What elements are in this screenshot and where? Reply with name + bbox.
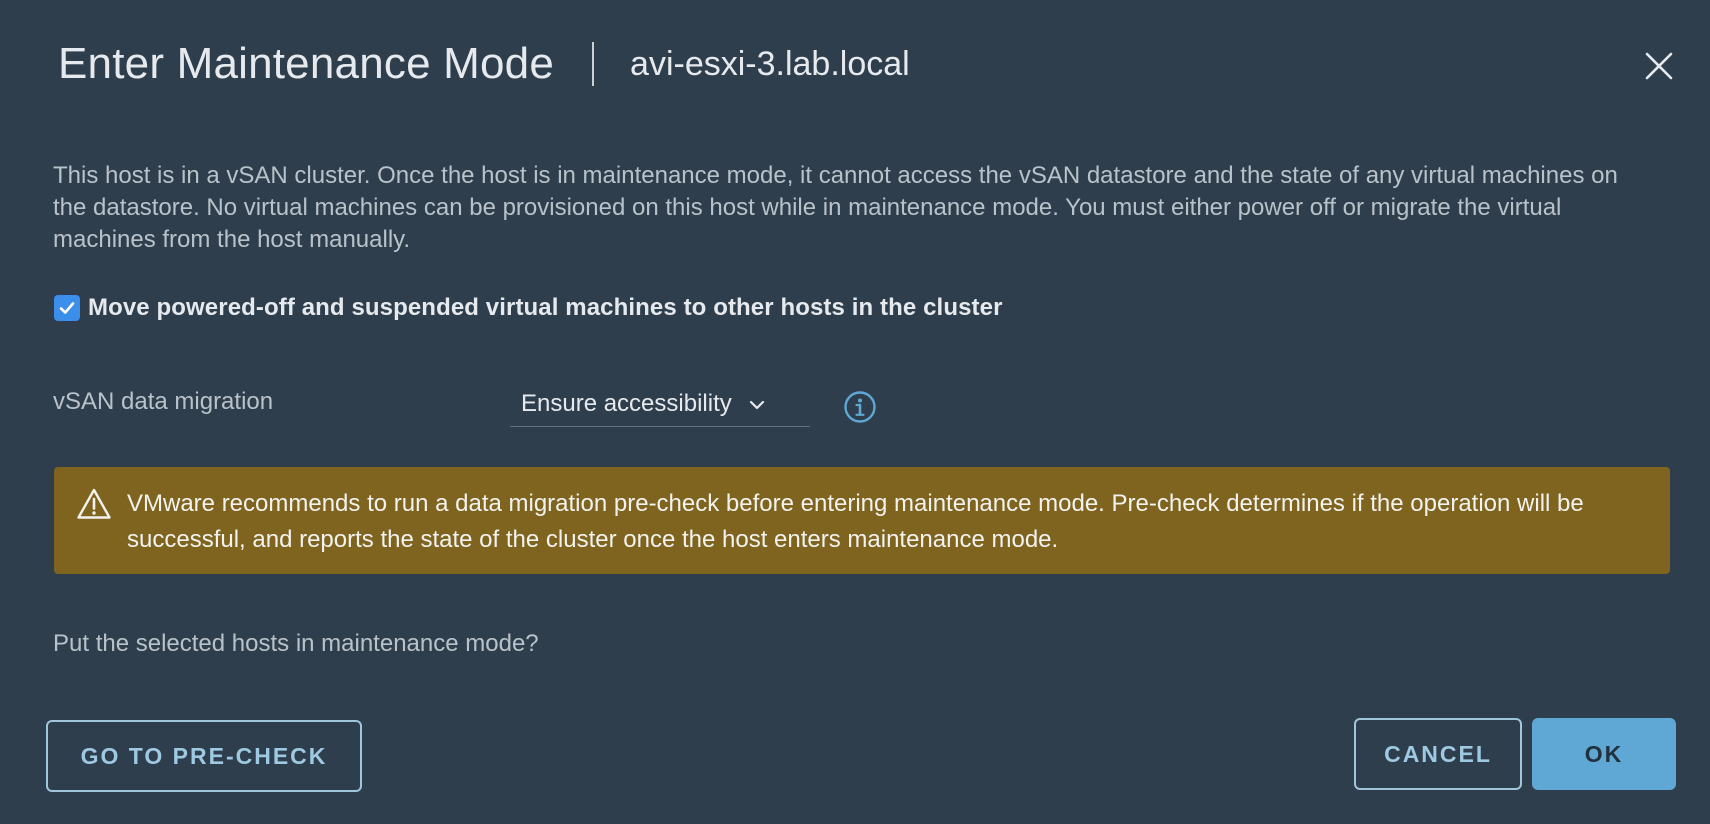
vsan-migration-value: Ensure accessibility (521, 390, 732, 417)
vsan-migration-label: vSAN data migration (53, 388, 274, 415)
close-icon[interactable] (1641, 48, 1677, 84)
alert-message: VMware recommends to run a data migratio… (127, 490, 1584, 553)
move-vms-checkbox[interactable] (54, 295, 80, 321)
info-icon[interactable] (843, 390, 877, 424)
cancel-button[interactable]: CANCEL (1354, 718, 1522, 790)
maintenance-mode-dialog: Enter Maintenance Mode avi-esxi-3.lab.lo… (0, 0, 1710, 824)
checkmark-icon (59, 302, 75, 314)
dialog-header: Enter Maintenance Mode avi-esxi-3.lab.lo… (58, 36, 910, 92)
go-to-precheck-button[interactable]: GO TO PRE-CHECK (46, 720, 362, 792)
dialog-title: Enter Maintenance Mode (58, 39, 555, 88)
title-separator (592, 42, 595, 86)
host-name: avi-esxi-3.lab.local (630, 44, 910, 83)
ok-button[interactable]: OK (1532, 718, 1676, 790)
chevron-down-icon (749, 400, 764, 410)
warning-icon (76, 487, 112, 526)
vsan-description: This host is in a vSAN cluster. Once the… (53, 162, 1618, 253)
precheck-warning-alert: VMware recommends to run a data migratio… (54, 467, 1670, 574)
move-vms-option[interactable]: Move powered-off and suspended virtual m… (54, 293, 1003, 323)
move-vms-label: Move powered-off and suspended virtual m… (88, 294, 1003, 321)
vsan-migration-select[interactable]: Ensure accessibility (510, 382, 810, 427)
confirmation-question: Put the selected hosts in maintenance mo… (53, 630, 539, 657)
